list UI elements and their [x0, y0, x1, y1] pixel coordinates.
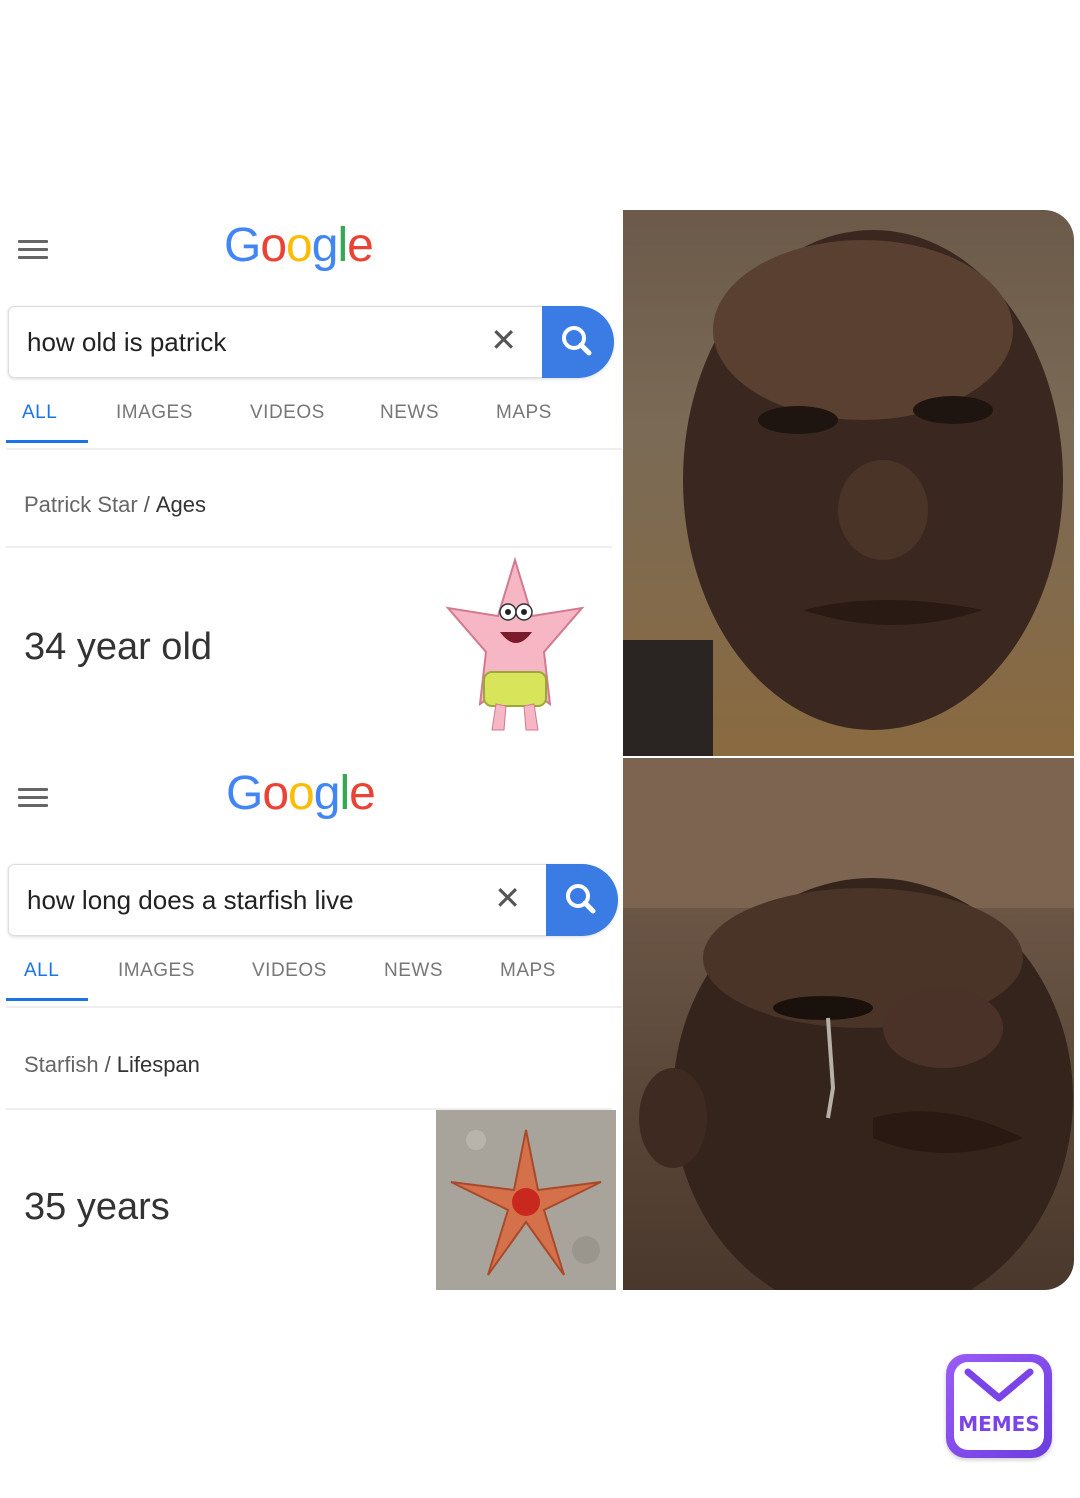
- tab-maps[interactable]: MAPS: [496, 402, 552, 424]
- crying-man-photo: [623, 758, 1074, 1290]
- menu-icon[interactable]: [18, 788, 48, 808]
- clear-icon[interactable]: ✕: [494, 879, 521, 917]
- search-box[interactable]: how long does a starfish live ✕: [8, 864, 618, 936]
- tab-images[interactable]: IMAGES: [118, 960, 195, 982]
- meme-image: Google how old is patrick ✕ ALL IMAGES V…: [6, 210, 1074, 1290]
- breadcrumb-leaf[interactable]: Lifespan: [117, 1052, 200, 1077]
- smiling-man-photo: [623, 210, 1074, 756]
- breadcrumb: Patrick Star / Ages: [24, 492, 206, 518]
- breadcrumb-separator: /: [143, 492, 150, 517]
- google-logo: Google: [226, 767, 376, 820]
- breadcrumb-leaf[interactable]: Ages: [156, 492, 206, 517]
- tab-videos[interactable]: VIDEOS: [250, 402, 325, 424]
- patrick-star-image: [445, 556, 585, 731]
- breadcrumb-separator: /: [104, 1052, 111, 1077]
- memes-watermark: MEMES: [946, 1354, 1052, 1458]
- search-panel-starfish: Google how long does a starfish live ✕ A…: [6, 758, 622, 1290]
- tab-all[interactable]: ALL: [24, 960, 59, 982]
- watermark-text: MEMES: [958, 1412, 1040, 1436]
- search-tabs: ALL IMAGES VIDEOS NEWS MAPS: [6, 956, 622, 1006]
- search-tabs: ALL IMAGES VIDEOS NEWS MAPS: [6, 398, 622, 448]
- search-panel-patrick: Google how old is patrick ✕ ALL IMAGES V…: [6, 210, 622, 754]
- tab-images[interactable]: IMAGES: [116, 402, 193, 424]
- breadcrumb: Starfish / Lifespan: [24, 1052, 200, 1078]
- answer-text: 34 year old: [24, 626, 213, 668]
- search-icon: [562, 326, 592, 356]
- menu-icon[interactable]: [18, 240, 48, 260]
- search-query[interactable]: how old is patrick: [27, 327, 226, 358]
- tab-videos[interactable]: VIDEOS: [252, 960, 327, 982]
- search-icon: [566, 884, 596, 914]
- breadcrumb-parent[interactable]: Starfish: [24, 1052, 99, 1077]
- starfish-photo: [436, 1110, 616, 1290]
- clear-icon[interactable]: ✕: [490, 321, 517, 359]
- search-box[interactable]: how old is patrick ✕: [8, 306, 614, 378]
- search-query[interactable]: how long does a starfish live: [27, 885, 354, 916]
- envelope-icon: [964, 1368, 1034, 1402]
- breadcrumb-parent[interactable]: Patrick Star: [24, 492, 138, 517]
- tab-all[interactable]: ALL: [22, 402, 57, 424]
- active-tab-indicator: [6, 440, 88, 443]
- divider: [6, 1006, 622, 1008]
- active-tab-indicator: [6, 998, 88, 1001]
- answer-text: 35 years: [24, 1186, 170, 1228]
- tab-news[interactable]: NEWS: [384, 960, 443, 982]
- google-logo: Google: [224, 219, 374, 272]
- tab-maps[interactable]: MAPS: [500, 960, 556, 982]
- search-button[interactable]: [542, 306, 614, 378]
- search-button[interactable]: [546, 864, 618, 936]
- tab-news[interactable]: NEWS: [380, 402, 439, 424]
- divider: [6, 448, 622, 450]
- divider: [6, 546, 612, 548]
